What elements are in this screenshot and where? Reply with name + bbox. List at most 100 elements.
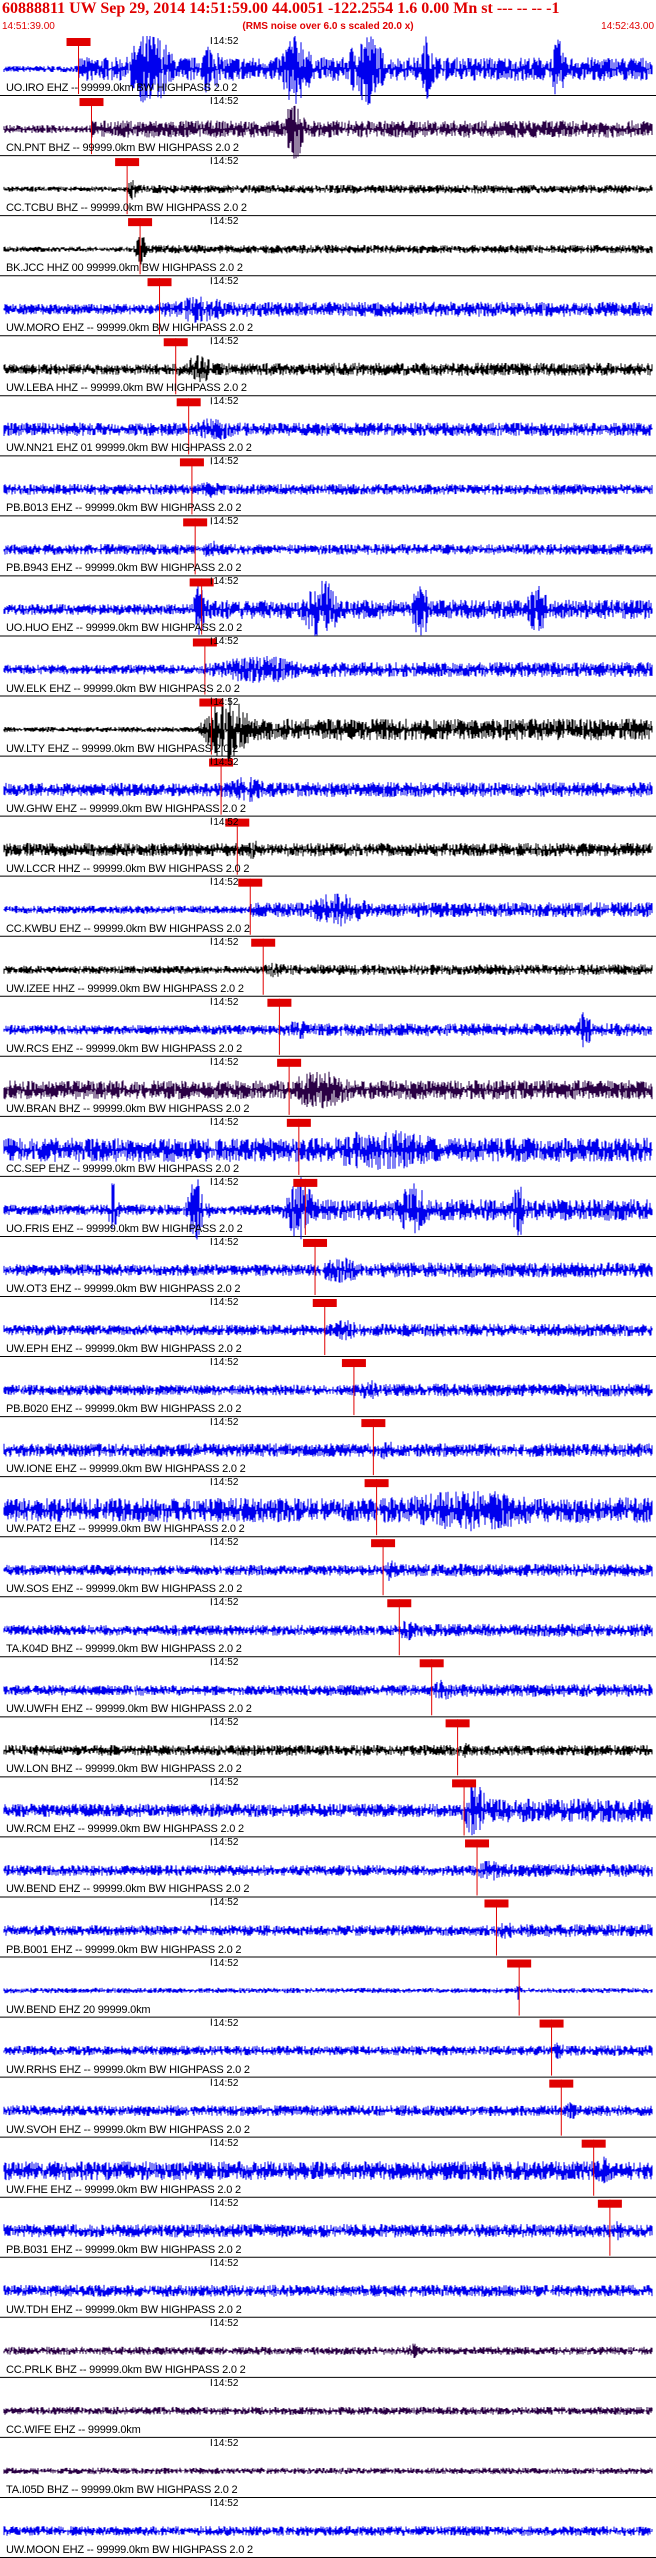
time-tick-label: 14:52 <box>213 1657 239 1669</box>
waveform-trace <box>3 1441 653 1460</box>
phase-pick-marker[interactable] <box>303 1238 328 1247</box>
station-label: PB.B001 EHZ -- 99999.0km BW HIGHPASS 2.0… <box>6 1943 242 1956</box>
waveform-trace <box>3 1922 653 1939</box>
phase-pick-marker[interactable] <box>361 1419 386 1428</box>
station-label: UO.FRIS EHZ -- 99999.0km BW HIGHPASS 2.0… <box>6 1222 243 1235</box>
phase-pick-marker[interactable] <box>163 338 188 347</box>
time-tick-label: 14:52 <box>213 1477 239 1489</box>
station-label: UW.GHW EHZ -- 99999.0km BW HIGHPASS 2.0 … <box>6 802 246 815</box>
event-title: 60888811 UW Sep 29, 2014 14:51:59.00 44.… <box>2 0 560 17</box>
waveform-trace <box>3 1560 653 1581</box>
phase-pick-marker[interactable] <box>507 1959 532 1968</box>
phase-pick-marker[interactable] <box>364 1479 389 1488</box>
station-label: CC.KWBU EHZ -- 99999.0km BW HIGHPASS 2.0… <box>6 922 250 935</box>
phase-pick-marker[interactable] <box>293 1178 318 1187</box>
station-label: UW.ELK EHZ -- 99999.0km BW HIGHPASS 2.0 … <box>6 682 240 695</box>
station-label: CC.TCBU BHZ -- 99999.0km BW HIGHPASS 2.0… <box>6 202 247 215</box>
time-tick-label: 14:52 <box>213 1357 239 1369</box>
waveform-trace <box>3 237 653 265</box>
phase-pick-marker[interactable] <box>147 278 172 287</box>
phase-pick-marker[interactable] <box>66 38 91 46</box>
phase-pick-marker[interactable] <box>251 938 276 947</box>
waveform-trace <box>3 1860 653 1881</box>
time-tick-label: 14:52 <box>213 216 239 228</box>
waveform-trace <box>3 1320 653 1341</box>
station-label: UW.LTY EHZ -- 99999.0km BW HIGHPASS 2.0 … <box>6 742 239 755</box>
phase-pick-marker[interactable] <box>179 458 204 467</box>
time-tick-label: 14:52 <box>213 396 239 408</box>
phase-pick-marker[interactable] <box>277 1058 302 1067</box>
phase-pick-marker[interactable] <box>539 2019 564 2028</box>
time-tick-label: 14:52 <box>213 1777 239 1789</box>
phase-pick-marker[interactable] <box>183 518 208 527</box>
waveform-trace <box>3 355 653 382</box>
waveform-trace <box>3 962 653 978</box>
phase-pick-marker[interactable] <box>581 2139 606 2148</box>
phase-pick-marker[interactable] <box>465 1839 490 1848</box>
station-label: UW.NN21 EHZ 01 99999.0km BW HIGHPASS 2.0… <box>6 442 252 455</box>
time-tick-label: 14:52 <box>213 2197 239 2209</box>
time-tick-label: 14:52 <box>213 516 239 528</box>
station-label: UW.PAT2 EHZ -- 99999.0km BW HIGHPASS 2.0… <box>6 1523 245 1536</box>
phase-pick-marker[interactable] <box>286 1118 311 1127</box>
station-label: UW.FHE EHZ -- 99999.0km BW HIGHPASS 2.0 … <box>6 2183 241 2196</box>
phase-pick-marker[interactable] <box>79 98 104 107</box>
station-label: BK.JCC HHZ 00 99999.0km BW HIGHPASS 2.0 … <box>6 262 243 275</box>
time-tick-label: 14:52 <box>213 1537 239 1549</box>
phase-pick-marker[interactable] <box>238 878 263 887</box>
time-tick-label: 14:52 <box>213 36 239 47</box>
phase-pick-marker[interactable] <box>176 398 201 407</box>
station-label: UW.IZEE HHZ -- 99999.0km BW HIGHPASS 2.0… <box>6 982 244 995</box>
phase-pick-marker[interactable] <box>189 578 214 587</box>
station-label: UW.LCCR HHZ -- 99999.0km BW HIGHPASS 2.0… <box>6 862 250 875</box>
waveform-trace <box>3 2042 653 2059</box>
phase-pick-marker[interactable] <box>341 1359 366 1368</box>
waveform-trace <box>3 1620 653 1641</box>
waveform-trace <box>3 2343 653 2358</box>
waveform-trace <box>3 2221 653 2241</box>
waveform-trace <box>3 1743 653 1758</box>
time-tick-label: 14:52 <box>213 1597 239 1609</box>
waveform-trace <box>3 180 653 200</box>
waveform-trace <box>3 656 653 683</box>
phase-pick-marker[interactable] <box>387 1599 412 1608</box>
phase-pick-marker[interactable] <box>115 158 140 167</box>
station-label: PB.B013 EHZ -- 99999.0km BW HIGHPASS 2.0… <box>6 502 242 515</box>
phase-pick-marker[interactable] <box>597 2199 622 2208</box>
station-label: UW.SOS EHZ -- 99999.0km BW HIGHPASS 2.0 … <box>6 1583 243 1596</box>
phase-pick-marker[interactable] <box>371 1539 396 1548</box>
time-tick-label: 14:52 <box>213 1297 239 1308</box>
phase-pick-marker[interactable] <box>445 1719 470 1728</box>
station-label: UW.OT3 EHZ -- 99999.0km BW HIGHPASS 2.0 … <box>6 1283 241 1295</box>
waveform-trace <box>3 2406 653 2415</box>
waveform-plot <box>0 36 656 2558</box>
time-tick-label: 14:52 <box>213 2497 239 2509</box>
station-label: UO.IRO EHZ -- 99999.0km BW HIGHPASS 2.0 … <box>6 82 238 95</box>
station-label: TA.I05D BHZ -- 99999.0km BW HIGHPASS 2.0… <box>6 2483 238 2496</box>
waveform-trace <box>3 2467 653 2475</box>
station-label: UO.HUO EHZ -- 99999.0km BW HIGHPASS 2.0 … <box>6 622 243 635</box>
station-label: UW.SVOH EHZ -- 99999.0km BW HIGHPASS 2.0… <box>6 2123 250 2136</box>
phase-pick-marker[interactable] <box>549 2079 574 2088</box>
time-tick-label: 14:52 <box>213 2377 239 2389</box>
time-tick-label: 14:52 <box>213 336 239 348</box>
phase-pick-marker[interactable] <box>452 1779 477 1788</box>
station-label: UW.TDH EHZ -- 99999.0km BW HIGHPASS 2.0 … <box>6 2303 242 2316</box>
waveform-trace <box>3 2284 653 2297</box>
time-tick-label: 14:52 <box>213 2317 239 2329</box>
phase-pick-marker[interactable] <box>128 218 153 227</box>
station-label: CN.PNT BHZ -- 99999.0km BW HIGHPASS 2.0 … <box>6 142 239 155</box>
noise-note: (RMS noise over 6.0 s scaled 20.0 x) <box>242 21 414 32</box>
waveform-trace <box>3 296 653 323</box>
time-tick-label: 14:52 <box>213 456 239 468</box>
waveform-trace <box>3 418 653 440</box>
waveform-trace <box>3 1985 653 2000</box>
phase-pick-marker[interactable] <box>484 1899 509 1908</box>
station-label: UW.RRHS EHZ -- 99999.0km BW HIGHPASS 2.0… <box>6 2063 250 2076</box>
phase-pick-marker[interactable] <box>267 998 292 1007</box>
phase-pick-marker[interactable] <box>312 1299 337 1307</box>
time-tick-label: 14:52 <box>213 1957 239 1969</box>
waveform-trace <box>3 2102 653 2119</box>
phase-pick-marker[interactable] <box>419 1659 444 1668</box>
station-label: TA.K04D BHZ -- 99999.0km BW HIGHPASS 2.0… <box>6 1643 242 1656</box>
